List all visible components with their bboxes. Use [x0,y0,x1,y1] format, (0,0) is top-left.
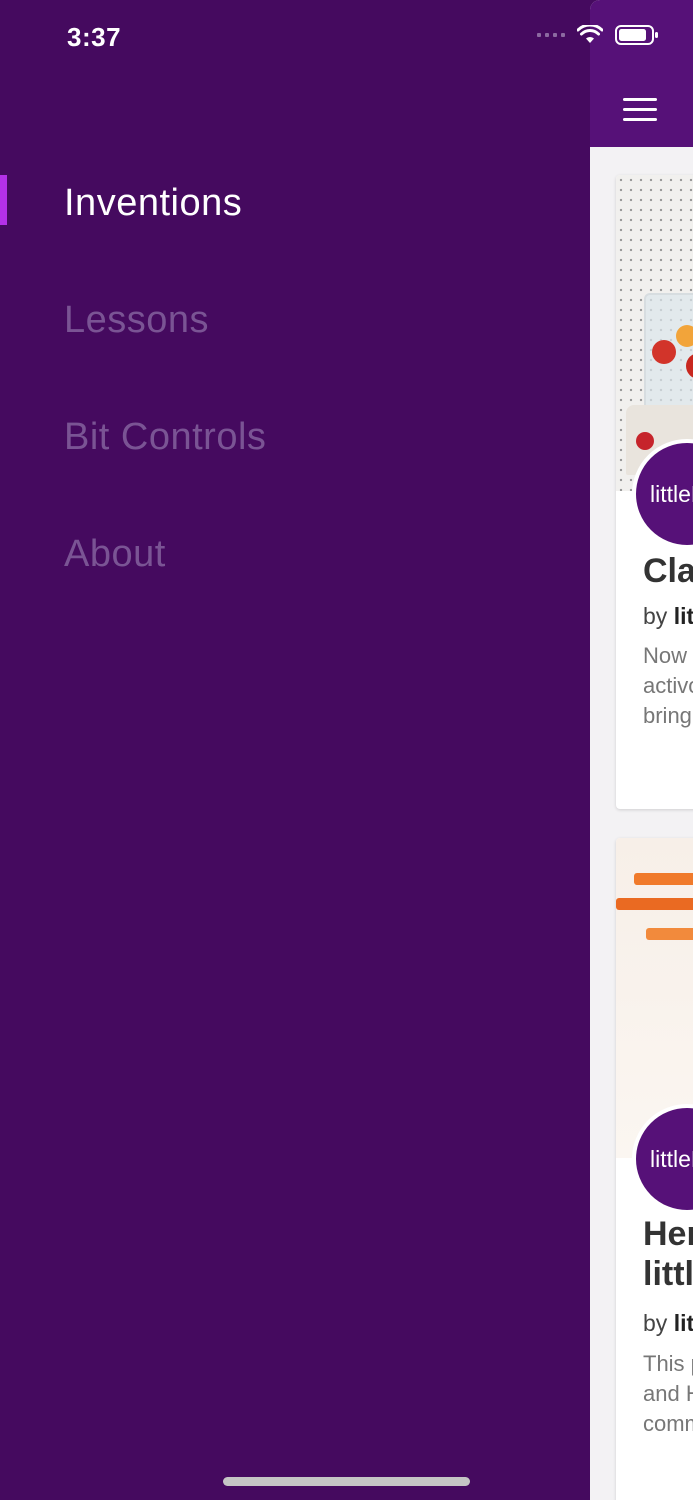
description-line: comm [643,1411,693,1436]
title-line: little [643,1255,693,1293]
invention-card[interactable]: littleBits Her little by litt This p and… [616,838,693,1500]
author-prefix: by [643,1310,668,1336]
card-author: by litt [643,603,693,630]
card-description: This p and H comm [643,1349,693,1439]
author-name: litt [673,1310,693,1336]
card-title: Her little [643,1214,693,1294]
drawer-item-label: Lessons [64,299,210,341]
description-line: activo [643,673,693,698]
home-indicator [223,1477,470,1486]
title-line: Her [643,1215,693,1253]
drawer-item-bit-controls[interactable]: Bit Controls [0,404,590,521]
battery-icon [615,24,659,46]
navigation-drawer: 3:37 Inventions Lessons Bit Controls Abo… [0,0,590,1500]
description-line: This p [643,1351,693,1376]
signal-icon [537,33,565,37]
drawer-item-inventions[interactable]: Inventions [0,170,590,287]
menu-icon[interactable] [623,98,657,122]
status-icons [537,24,659,46]
description-line: bring [643,703,692,728]
description-line: Now [643,643,688,668]
author-prefix: by [643,603,668,629]
drawer-item-label: Bit Controls [64,416,267,458]
invention-card[interactable]: littleBits Cla by litt Now activo bring [616,175,693,809]
card-author: by litt [643,1310,693,1337]
drawer-item-about[interactable]: About [0,521,590,638]
wifi-icon [577,25,603,45]
author-name: litt [673,603,693,629]
card-title: Cla [643,552,693,590]
app-bar [590,0,693,147]
drawer-menu: Inventions Lessons Bit Controls About [0,170,590,638]
card-description: Now activo bring [643,641,693,731]
drawer-item-label: About [64,533,166,575]
drawer-item-label: Inventions [64,182,243,224]
status-time: 3:37 [67,22,122,52]
drawer-item-lessons[interactable]: Lessons [0,287,590,404]
active-indicator [0,175,7,225]
main-content: littleBits Cla by litt Now activo bring … [590,0,693,1500]
description-line: and H [643,1381,693,1406]
